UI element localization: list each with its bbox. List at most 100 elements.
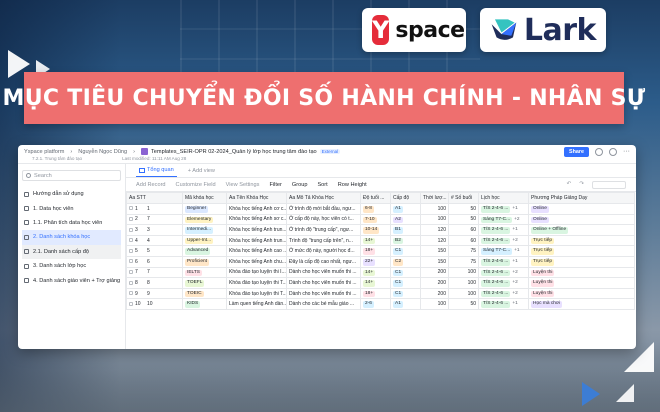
cell-schedule[interactable]: T/S 2-4-6 ... +2 bbox=[478, 266, 529, 279]
cell-sessions[interactable]: 50 bbox=[448, 213, 479, 226]
cell-course-code[interactable]: IELTS bbox=[182, 266, 227, 279]
cell-sessions[interactable]: 100 bbox=[448, 287, 479, 300]
add-record-button[interactable]: Add Record bbox=[136, 182, 166, 188]
add-view-button[interactable]: + Add view bbox=[185, 165, 218, 177]
cell-stt[interactable]: 55 bbox=[126, 245, 183, 257]
cell-duration[interactable]: 100 bbox=[420, 203, 449, 215]
row-checkbox[interactable] bbox=[129, 238, 133, 243]
cell-schedule[interactable]: T/S 2-4-6 ... +1 bbox=[478, 203, 529, 215]
sidebar-item-course-list[interactable]: 2. Danh sách khóa học bbox=[22, 230, 121, 245]
group-button[interactable]: Group bbox=[292, 182, 308, 188]
cell-schedule[interactable]: Sáng T7-C... +2 bbox=[478, 213, 529, 226]
cell-age[interactable]: 14+ bbox=[360, 277, 391, 289]
cell-age[interactable]: 2-6 bbox=[360, 298, 391, 310]
cell-level[interactable]: C1 bbox=[390, 277, 421, 289]
cell-age[interactable]: 10-14 bbox=[360, 224, 391, 236]
row-checkbox[interactable] bbox=[129, 248, 133, 253]
cell-course-name[interactable]: Làm quen tiếng Anh dàn... bbox=[226, 298, 287, 310]
table-row[interactable]: 10 10 KIDS Làm quen tiếng Anh dàn... Dành ch… bbox=[126, 298, 635, 310]
cell-schedule[interactable]: T/S 2-4-6 ... +2 bbox=[478, 287, 529, 300]
table-row[interactable]: 3 3 Intermedi... Khóa học tiếng Anh trun...… bbox=[126, 224, 635, 236]
row-checkbox[interactable] bbox=[129, 259, 133, 264]
undo-icon[interactable]: ↶ bbox=[567, 181, 572, 189]
cell-method[interactable]: Online bbox=[528, 213, 635, 226]
cell-course-code[interactable]: TOEFL bbox=[182, 277, 227, 289]
cell-level[interactable]: C2 bbox=[390, 255, 421, 268]
cell-course-name[interactable]: Khóa học tiếng Anh cơ c... bbox=[226, 203, 287, 215]
cell-level[interactable]: A2 bbox=[390, 213, 421, 226]
cell-duration[interactable]: 200 bbox=[420, 277, 449, 289]
cell-schedule[interactable]: T/S 2-4-6 ... +1 bbox=[478, 298, 529, 310]
cell-course-description[interactable]: Dành cho học viên muốn thi ... bbox=[286, 266, 361, 279]
cell-course-description[interactable]: Dành cho học viên muốn thi ... bbox=[286, 277, 361, 289]
sidebar-item-student-data[interactable]: 1. Data học viên bbox=[22, 201, 121, 215]
cell-schedule[interactable]: T/S 2-4-6 ... +2 bbox=[478, 277, 529, 289]
cell-course-name[interactable]: Khóa đào tạo luyện thi I... bbox=[226, 266, 287, 279]
cell-method[interactable]: Trực tiếp bbox=[528, 255, 635, 268]
cell-age[interactable]: 18+ bbox=[360, 245, 391, 257]
cell-age[interactable]: 14+ bbox=[360, 266, 391, 279]
breadcrumb-item[interactable]: Yspace platform bbox=[24, 149, 64, 155]
cell-course-description[interactable]: Trình độ "trung cấp trên", n... bbox=[286, 234, 361, 247]
cell-schedule[interactable]: T/S 2-4-6 ... +1 bbox=[478, 255, 529, 268]
cell-level[interactable]: C1 bbox=[390, 245, 421, 257]
row-height-button[interactable]: Row Height bbox=[338, 182, 367, 188]
cell-method[interactable]: Online + Offline bbox=[528, 224, 635, 236]
help-icon[interactable] bbox=[595, 148, 603, 156]
cell-sessions[interactable]: 50 bbox=[448, 298, 479, 310]
row-checkbox[interactable] bbox=[129, 280, 133, 285]
row-checkbox[interactable] bbox=[129, 270, 133, 275]
cell-method[interactable]: Online bbox=[528, 203, 635, 215]
cell-course-description[interactable]: Ở mức độ này, người học đ... bbox=[286, 245, 361, 257]
column-header[interactable]: Độ tuổi ... bbox=[360, 192, 391, 204]
cell-level[interactable]: B1 bbox=[390, 224, 421, 236]
cell-duration[interactable]: 120 bbox=[420, 234, 449, 247]
cell-schedule[interactable]: T/S 2-4-6 ... +2 bbox=[478, 234, 529, 247]
row-checkbox[interactable] bbox=[129, 301, 133, 306]
table-row[interactable]: 5 5 Advanced Khóa học tiếng Anh cao ... Ở mứ… bbox=[126, 245, 635, 257]
table-row[interactable]: 4 4 Upper-Int... Khóa học tiếng Anh trun...… bbox=[126, 234, 635, 247]
table-row[interactable]: 6 6 Proficient Khóa học tiếng Anh chu... Đây… bbox=[126, 255, 635, 268]
sidebar-item-guide[interactable]: Hướng dẫn sử dụng bbox=[22, 187, 121, 201]
more-icon[interactable]: ··· bbox=[623, 148, 630, 155]
cell-course-description[interactable]: Đây là cấp độ cao nhất, ngư... bbox=[286, 255, 361, 268]
cell-duration[interactable]: 200 bbox=[420, 287, 449, 300]
share-button[interactable]: Share bbox=[564, 147, 589, 157]
cell-course-code[interactable]: Elementary bbox=[182, 213, 227, 226]
cell-sessions[interactable]: 75 bbox=[448, 245, 479, 257]
cell-course-code[interactable]: TOEIC bbox=[182, 287, 227, 300]
cell-course-name[interactable]: Khóa đào tạo luyện thi T... bbox=[226, 277, 287, 289]
cell-level[interactable]: B2 bbox=[390, 234, 421, 247]
table-row[interactable]: 7 7 IELTS Khóa đào tạo luyện thi I... Dành c… bbox=[126, 266, 635, 279]
cell-stt[interactable]: 33 bbox=[126, 224, 183, 236]
column-header[interactable]: Aa Mô Tả Khóa Học bbox=[286, 192, 361, 204]
notification-icon[interactable] bbox=[609, 148, 617, 156]
table-row[interactable]: 1 1 Beginner Khóa học tiếng Anh cơ c... Ở tr… bbox=[126, 203, 635, 215]
table-row[interactable]: 8 8 TOEFL Khóa đào tạo luyện thi T... Dành c… bbox=[126, 277, 635, 289]
cell-course-code[interactable]: Upper-Int... bbox=[182, 234, 227, 247]
cell-duration[interactable]: 100 bbox=[420, 298, 449, 310]
cell-level[interactable]: A1 bbox=[390, 298, 421, 310]
row-checkbox[interactable] bbox=[129, 291, 133, 296]
filter-button[interactable]: Filter bbox=[269, 182, 281, 188]
cell-age[interactable]: 7-10 bbox=[360, 213, 391, 226]
column-header[interactable]: Phương Pháp Giảng Dạy bbox=[528, 192, 635, 204]
sidebar-item-teacher-list[interactable]: 4. Danh sách giáo viên + Trợ giảng bbox=[22, 273, 121, 287]
cell-stt[interactable]: 11 bbox=[126, 203, 183, 215]
tab-overview[interactable]: Tổng quan bbox=[136, 164, 177, 177]
column-header[interactable]: Aa STT bbox=[126, 192, 183, 204]
cell-stt[interactable]: 99 bbox=[126, 287, 183, 300]
cell-sessions[interactable]: 60 bbox=[448, 234, 479, 247]
breadcrumb-current[interactable]: Templates_SEIR-OPR 02-2024_Quản lý lớp h… bbox=[141, 148, 341, 155]
table-row[interactable]: 9 9 TOEIC Khóa đào tạo luyện thi T... Dành c… bbox=[126, 287, 635, 300]
sidebar-item-class-list[interactable]: 3. Danh sách lớp học bbox=[22, 259, 121, 273]
cell-course-code[interactable]: Proficient bbox=[182, 255, 227, 268]
cell-course-description[interactable]: Dành cho học viên muốn thi ... bbox=[286, 287, 361, 300]
cell-course-code[interactable]: Advanced bbox=[182, 245, 227, 257]
cell-method[interactable]: Học mà chơi bbox=[528, 298, 635, 310]
cell-duration[interactable]: 100 bbox=[420, 213, 449, 226]
sidebar-item-level-list[interactable]: 2.1. Danh sách cấp độ bbox=[22, 244, 121, 259]
cell-course-description[interactable]: Ở trình độ mới bắt đầu, ngư... bbox=[286, 203, 361, 215]
cell-level[interactable]: C1 bbox=[390, 266, 421, 279]
table-row[interactable]: 2 7 Elementary Khóa học tiếng Anh sơ c... Ở … bbox=[126, 213, 635, 226]
